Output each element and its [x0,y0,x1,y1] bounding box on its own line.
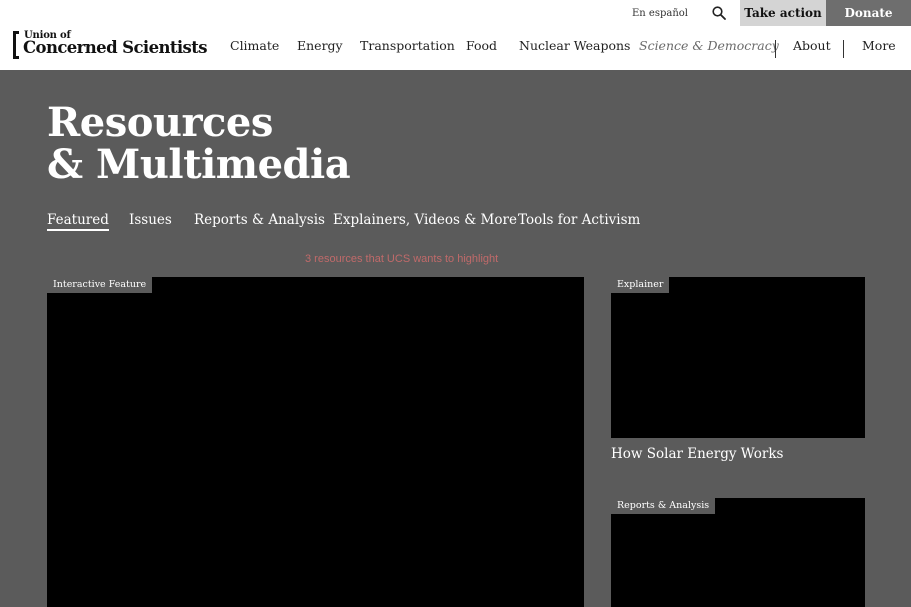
donate-button[interactable]: Donate [826,0,911,26]
featured-card-explainer[interactable]: Explainer [611,277,865,438]
featured-card-reports[interactable]: Reports & Analysis [611,498,865,607]
card-badge: Explainer [611,277,670,293]
nav-item-science-democracy[interactable]: Science & Democracy [639,38,779,53]
nav-item-nuclear-weapons[interactable]: Nuclear Weapons [519,38,630,53]
card-badge: Interactive Feature [47,277,153,293]
tab-explainers-videos[interactable]: Explainers, Videos & More [333,212,517,228]
take-action-button[interactable]: Take action [740,0,826,26]
tab-reports-analysis[interactable]: Reports & Analysis [194,212,325,228]
tab-tools-for-activism[interactable]: Tools for Activism [518,212,640,228]
nav-item-about[interactable]: About [793,38,831,53]
featured-note: 3 resources that UCS wants to highlight [305,253,499,265]
page-title: Resources & Multimedia [47,99,351,188]
utility-bar: En español Take action Donate [632,0,911,26]
page-title-line-2: & Multimedia [47,141,351,188]
search-button[interactable] [704,0,734,26]
tab-featured[interactable]: Featured [47,212,109,231]
nav-divider [775,40,776,58]
page-title-line-1: Resources [47,99,273,146]
search-icon [712,6,726,20]
nav-divider [843,40,844,58]
nav-item-transportation[interactable]: Transportation [360,38,455,53]
card-title-solar[interactable]: How Solar Energy Works [611,446,783,462]
resource-tabs: Featured Issues Reports & Analysis Expla… [0,212,911,232]
nav-item-more[interactable]: More [862,38,896,53]
tab-issues[interactable]: Issues [129,212,172,228]
site-header: En español Take action Donate Union of C… [0,0,911,70]
card-badge: Reports & Analysis [611,498,716,514]
nav-item-energy[interactable]: Energy [297,38,343,53]
nav-item-food[interactable]: Food [466,38,497,53]
language-link[interactable]: En español [632,0,704,26]
nav-item-climate[interactable]: Climate [230,38,279,53]
featured-card-interactive[interactable]: Interactive Feature [47,277,584,607]
